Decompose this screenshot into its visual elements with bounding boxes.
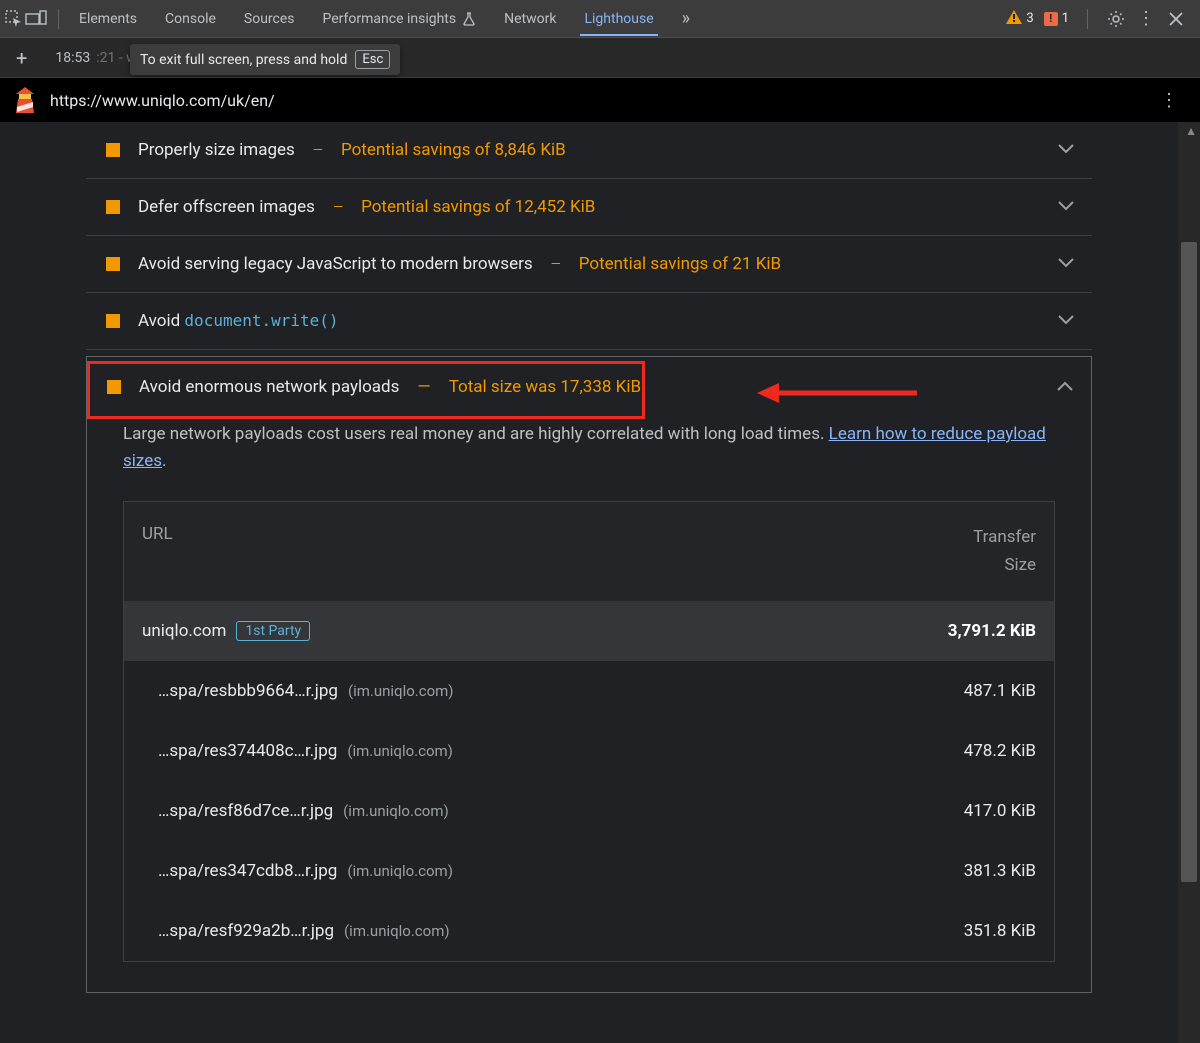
- devtools-tabbar: Elements Console Sources Performance ins…: [0, 0, 1200, 38]
- report-content: Properly size images — Potential savings…: [0, 122, 1200, 1043]
- audit-title: Avoid enormous network payloads: [139, 377, 399, 397]
- warnings-count: 3: [1026, 11, 1033, 26]
- tab-network[interactable]: Network: [492, 3, 568, 35]
- row-path: …spa/resf86d7ce…r.jpg: [158, 801, 333, 821]
- lighthouse-toolbar: + 18:53:21 - www.uniqlo.com ▾ To exit fu…: [0, 38, 1200, 78]
- audit-defer-offscreen-images[interactable]: Defer offscreen images — Potential savin…: [86, 179, 1092, 236]
- new-report-button[interactable]: +: [8, 46, 35, 70]
- audit-savings: Potential savings of 12,452 KiB: [361, 197, 595, 217]
- chevron-down-icon: [1058, 314, 1074, 329]
- chevron-down-icon: [1058, 257, 1074, 272]
- col-transfer-size: Transfer Size: [926, 524, 1036, 578]
- row-path: …spa/res374408c…r.jpg: [158, 741, 337, 761]
- error-icon: !: [1044, 12, 1058, 26]
- warning-square-icon: [106, 257, 120, 271]
- row-host: (im.uniqlo.com): [347, 862, 453, 880]
- tab-performance-insights[interactable]: Performance insights: [311, 3, 489, 35]
- flask-icon: [462, 12, 476, 26]
- row-size: 417.0 KiB: [964, 801, 1036, 821]
- audit-enormous-payloads: Avoid enormous network payloads — Total …: [86, 356, 1092, 993]
- report-time: 18:53: [55, 50, 90, 66]
- audit-avoid-legacy-js[interactable]: Avoid serving legacy JavaScript to moder…: [86, 236, 1092, 293]
- row-host: (im.uniqlo.com): [348, 682, 454, 700]
- warning-square-icon: [106, 200, 120, 214]
- audit-avoid-document-write[interactable]: Avoid document.write(): [86, 293, 1092, 350]
- hint-text: To exit full screen, press and hold: [140, 52, 347, 68]
- lighthouse-logo-icon: [14, 87, 36, 113]
- annotation-arrow: [757, 381, 917, 409]
- audit-description: Large network payloads cost users real m…: [123, 421, 1055, 475]
- close-icon[interactable]: [1166, 9, 1186, 29]
- warning-icon: [1006, 10, 1022, 28]
- report-url-bar: https://www.uniqlo.com/uk/en/ ⋮: [0, 78, 1200, 122]
- first-party-badge: 1st Party: [236, 621, 310, 641]
- warning-square-icon: [107, 380, 121, 394]
- audit-properly-size-images[interactable]: Properly size images — Potential savings…: [86, 122, 1092, 179]
- table-row[interactable]: …spa/resf929a2b…r.jpg (im.uniqlo.com) 351.…: [124, 901, 1054, 961]
- chevron-up-icon: [1057, 380, 1073, 395]
- audit-title: Defer offscreen images: [138, 197, 315, 217]
- device-toolbar-icon[interactable]: [26, 9, 46, 29]
- warning-square-icon: [106, 314, 120, 328]
- row-host: (im.uniqlo.com): [344, 922, 450, 940]
- tabs-overflow[interactable]: »: [670, 0, 702, 37]
- dash: —: [417, 377, 430, 397]
- dash: —: [333, 200, 343, 215]
- row-host: (im.uniqlo.com): [343, 802, 449, 820]
- report-url: https://www.uniqlo.com/uk/en/: [50, 91, 275, 110]
- payload-table: URL Transfer Size uniqlo.com 1st Party 3…: [123, 501, 1055, 961]
- table-header: URL Transfer Size: [124, 502, 1054, 600]
- group-domain: uniqlo.com: [142, 621, 226, 641]
- table-row[interactable]: …spa/res374408c…r.jpg (im.uniqlo.com) 478.…: [124, 721, 1054, 781]
- scrollbar-thumb[interactable]: [1181, 242, 1197, 882]
- tab-console[interactable]: Console: [153, 3, 228, 35]
- warnings-badge[interactable]: 3: [1006, 10, 1033, 28]
- tab-label: Performance insights: [323, 11, 457, 27]
- settings-icon[interactable]: [1106, 9, 1126, 29]
- row-host: (im.uniqlo.com): [347, 742, 453, 760]
- code-text: document.write(): [184, 311, 338, 330]
- table-row[interactable]: …spa/resbbb9664…r.jpg (im.uniqlo.com) 487.…: [124, 661, 1054, 721]
- tab-lighthouse[interactable]: Lighthouse: [572, 3, 665, 35]
- group-size: 3,791.2 KiB: [948, 621, 1036, 641]
- table-row[interactable]: …spa/res347cdb8…r.jpg (im.uniqlo.com) 381.…: [124, 841, 1054, 901]
- scrollbar-corner: [1178, 1021, 1200, 1043]
- fullscreen-hint-tooltip: To exit full screen, press and hold Esc: [130, 44, 400, 75]
- scroll-up-icon[interactable]: ▲: [1185, 124, 1197, 138]
- row-size: 351.8 KiB: [964, 921, 1036, 941]
- dash: —: [313, 143, 323, 158]
- tab-sources[interactable]: Sources: [232, 3, 307, 35]
- row-size: 381.3 KiB: [964, 861, 1036, 881]
- audit-title: Avoid document.write(): [138, 311, 339, 331]
- errors-count: 1: [1062, 11, 1069, 26]
- audit-title: Properly size images: [138, 140, 295, 160]
- warning-square-icon: [106, 143, 120, 157]
- kebab-menu-icon[interactable]: ⋮: [1136, 9, 1156, 29]
- dash: —: [551, 257, 561, 272]
- row-size: 478.2 KiB: [964, 741, 1036, 761]
- audit-header[interactable]: Avoid enormous network payloads — Total …: [87, 357, 1091, 417]
- row-path: …spa/resf929a2b…r.jpg: [158, 921, 334, 941]
- audit-list: Properly size images — Potential savings…: [86, 122, 1092, 993]
- audit-title: Avoid serving legacy JavaScript to moder…: [138, 254, 533, 274]
- audit-savings: Potential savings of 8,846 KiB: [341, 140, 566, 160]
- row-path: …spa/resbbb9664…r.jpg: [158, 681, 338, 701]
- row-size: 487.1 KiB: [964, 681, 1036, 701]
- audit-savings: Total size was 17,338 KiB: [449, 377, 641, 397]
- row-path: …spa/res347cdb8…r.jpg: [158, 861, 337, 881]
- report-menu-icon[interactable]: ⋮: [1152, 86, 1186, 115]
- audit-savings: Potential savings of 21 KiB: [579, 254, 781, 274]
- esc-key-badge: Esc: [355, 50, 390, 69]
- inspect-icon[interactable]: [4, 9, 24, 29]
- tab-elements[interactable]: Elements: [67, 3, 149, 35]
- errors-badge[interactable]: ! 1: [1044, 11, 1069, 26]
- table-group-row[interactable]: uniqlo.com 1st Party 3,791.2 KiB: [124, 601, 1054, 661]
- chevron-down-icon: [1058, 143, 1074, 158]
- col-url: URL: [142, 524, 926, 578]
- chevron-down-icon: [1058, 200, 1074, 215]
- table-row[interactable]: …spa/resf86d7ce…r.jpg (im.uniqlo.com) 417.…: [124, 781, 1054, 841]
